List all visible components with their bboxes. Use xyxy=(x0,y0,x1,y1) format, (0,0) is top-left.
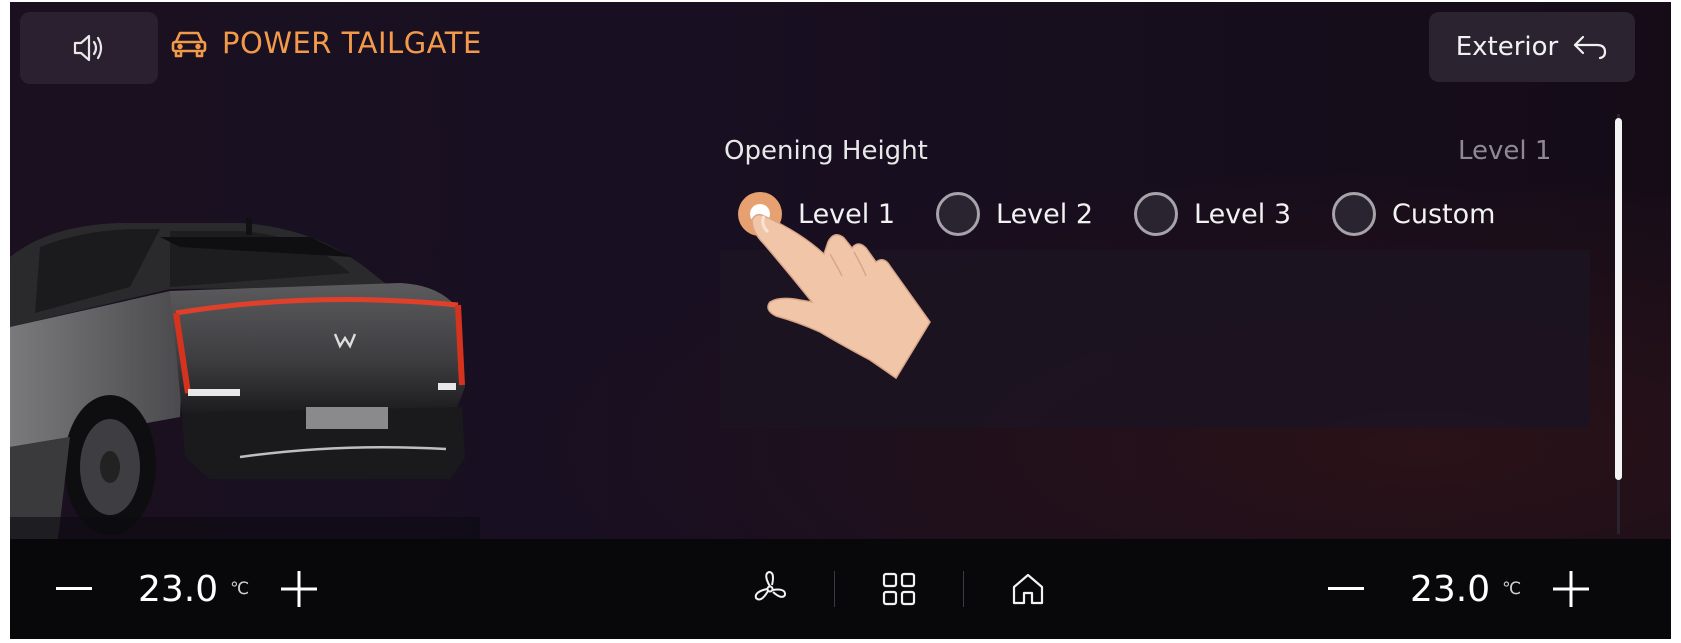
minus-icon xyxy=(56,587,92,590)
option-label: Level 2 xyxy=(996,198,1094,230)
plus-icon xyxy=(1553,571,1590,607)
separator xyxy=(963,571,964,607)
left-temp-value: 23.0 xyxy=(138,568,219,610)
plus-icon xyxy=(281,571,318,607)
radio-button[interactable] xyxy=(1332,192,1376,236)
speaker-icon xyxy=(73,34,103,62)
option-custom[interactable]: Custom xyxy=(1332,192,1495,236)
exterior-label: Exterior xyxy=(1455,32,1559,62)
left-temp-decrease-button[interactable] xyxy=(54,569,94,609)
current-level-value: Level 1 xyxy=(1458,136,1552,166)
apps-grid-icon xyxy=(882,572,916,606)
exterior-back-button[interactable]: Exterior xyxy=(1429,12,1635,82)
option-label: Custom xyxy=(1392,198,1496,230)
bottom-climate-bar: 23.0 ℃ 23.0 ℃ xyxy=(10,539,1671,639)
center-shortcuts xyxy=(740,539,1058,639)
car-image xyxy=(10,217,480,539)
car-icon xyxy=(171,31,207,58)
right-temp-increase-button[interactable] xyxy=(1551,569,1591,609)
scrollbar-thumb[interactable] xyxy=(1615,118,1622,480)
option-level-3[interactable]: Level 3 xyxy=(1134,192,1291,236)
right-temp-value: 23.0 xyxy=(1410,568,1491,610)
home-button[interactable] xyxy=(998,559,1058,619)
right-temperature-control: 23.0 ℃ xyxy=(1326,539,1591,639)
radio-button[interactable] xyxy=(1134,192,1178,236)
separator xyxy=(834,571,835,607)
home-icon xyxy=(1012,573,1044,605)
fan-icon xyxy=(754,571,787,601)
page-title: POWER TAILGATE xyxy=(222,26,482,60)
option-label: Level 3 xyxy=(1194,198,1292,230)
tap-hand-icon xyxy=(751,213,931,380)
back-arrow-icon xyxy=(1574,35,1607,60)
fan-button[interactable] xyxy=(740,559,800,619)
infotainment-screen: POWER TAILGATE Exterior Opening Height L… xyxy=(10,2,1671,639)
sound-button[interactable] xyxy=(20,12,158,84)
right-temp-decrease-button[interactable] xyxy=(1326,569,1366,609)
left-temp-unit: ℃ xyxy=(230,579,250,599)
option-level-2[interactable]: Level 2 xyxy=(936,192,1093,236)
page-title-group: POWER TAILGATE xyxy=(170,26,482,60)
right-temp-unit: ℃ xyxy=(1502,579,1522,599)
left-temp-increase-button[interactable] xyxy=(279,569,319,609)
opening-height-label: Opening Height xyxy=(724,136,928,166)
minus-icon xyxy=(1328,587,1364,590)
left-temperature-control: 23.0 ℃ xyxy=(54,539,319,639)
apps-button[interactable] xyxy=(869,559,929,619)
